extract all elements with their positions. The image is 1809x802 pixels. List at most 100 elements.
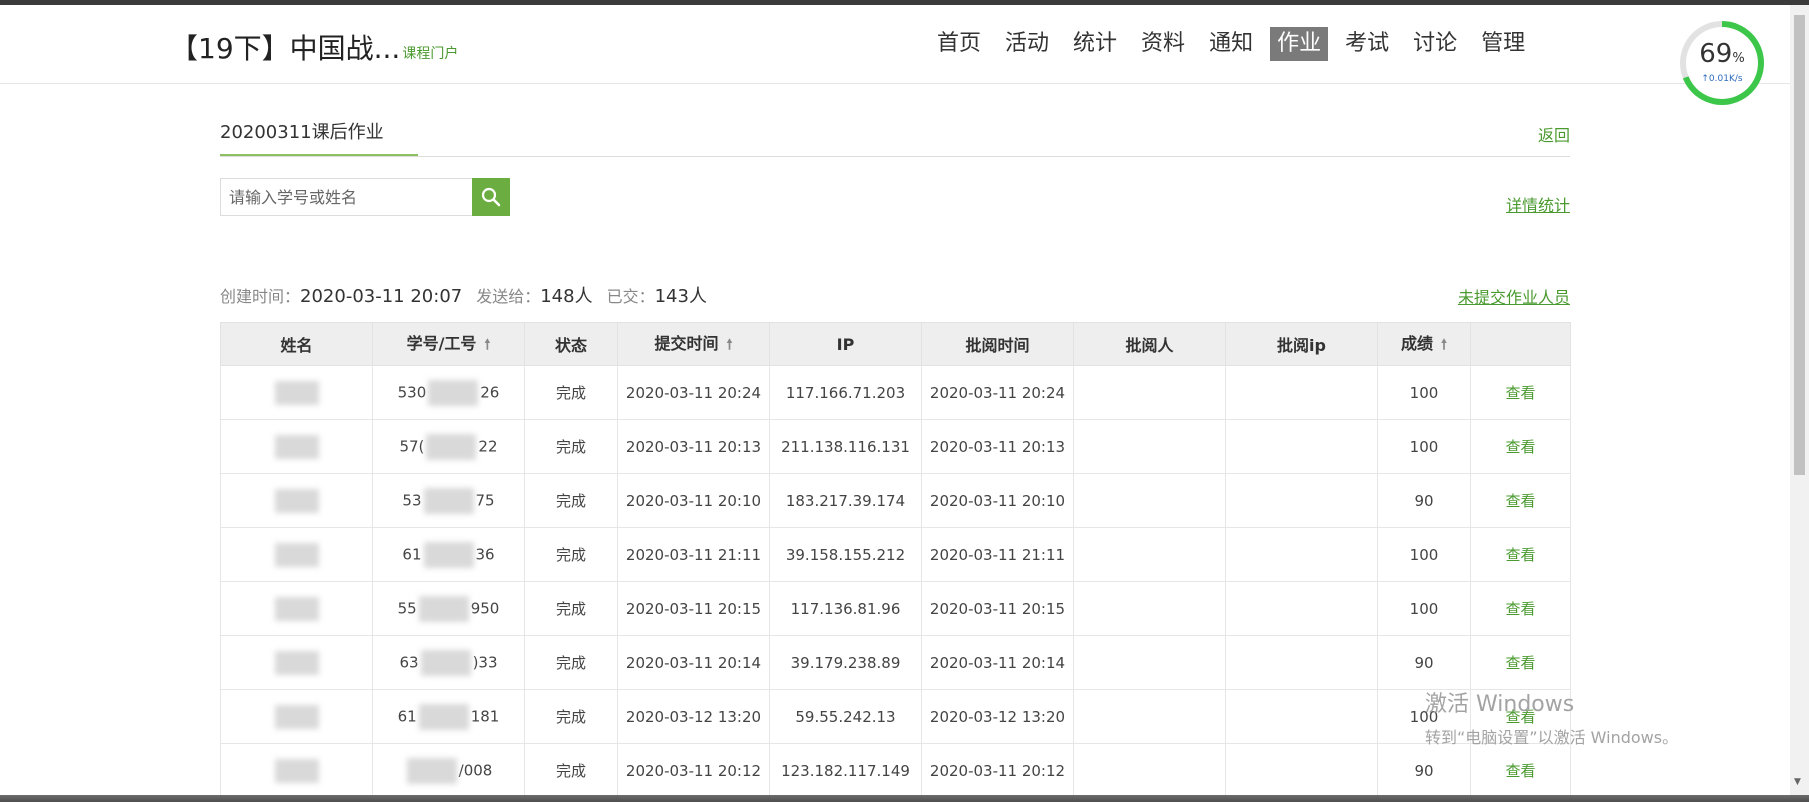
view-link[interactable]: 查看	[1505, 492, 1535, 510]
nav-item[interactable]: 作业	[1270, 27, 1329, 61]
created-value: 2020-03-11 20:07	[300, 286, 463, 307]
meter-inner: 69% ↑0.01K/s	[1686, 27, 1758, 99]
status-cell: 完成	[524, 635, 618, 690]
id-cell: 530 26	[372, 365, 525, 420]
col-header-id[interactable]: 学号/工号 🠕	[372, 322, 525, 366]
review-ip-cell	[1225, 743, 1378, 798]
view-link[interactable]: 查看	[1505, 546, 1535, 564]
scroll-down-arrow-icon[interactable]: ▼	[1794, 777, 1801, 787]
submit-time-cell: 2020-03-11 20:15	[617, 581, 770, 636]
scrollbar-thumb[interactable]	[1794, 15, 1805, 475]
review-ip-cell	[1225, 419, 1378, 474]
nav-item[interactable]: 管理	[1474, 27, 1532, 61]
review-time-cell: 2020-03-11 20:10	[921, 473, 1074, 528]
score-cell: 90	[1377, 635, 1471, 690]
ip-cell: 117.136.81.96	[769, 581, 922, 636]
nav-item[interactable]: 资料	[1134, 27, 1192, 61]
table-row: 530 26 完成 2020-03-11 20:24 117.166.71.203 202…	[220, 365, 1571, 420]
redacted-id	[426, 433, 477, 460]
review-ip-cell	[1225, 635, 1378, 690]
sort-arrow-icon[interactable]: 🠕	[727, 337, 733, 353]
id-cell: 61 36	[372, 527, 525, 582]
redacted-id	[418, 703, 469, 730]
course-title-text: 【19下】中国战...	[170, 32, 401, 65]
status-cell: 完成	[524, 473, 618, 528]
redacted-id	[418, 595, 469, 622]
main-nav: 首页 活动 统计 资料 通知 作业 考试 讨论 管理	[930, 27, 1542, 61]
status-cell: 完成	[524, 689, 618, 744]
search-input[interactable]	[220, 178, 472, 216]
view-link[interactable]: 查看	[1505, 384, 1535, 402]
review-ip-cell	[1225, 365, 1378, 420]
score-cell: 100	[1377, 581, 1471, 636]
redacted-id	[428, 379, 479, 406]
nav-item[interactable]: 统计	[1066, 27, 1124, 61]
redacted-name	[274, 650, 319, 675]
nav-item[interactable]: 通知	[1202, 27, 1260, 61]
status-cell: 完成	[524, 743, 618, 798]
os-taskbar[interactable]	[0, 795, 1809, 802]
submit-time-cell: 2020-03-11 20:24	[617, 365, 770, 420]
col-header-action	[1470, 322, 1571, 366]
table-row: 55 950 完成 2020-03-11 20:15 117.136.81.96 2020…	[220, 581, 1571, 636]
created-label: 创建时间：	[220, 287, 301, 306]
col-header-reviewer: 批阅人	[1073, 322, 1226, 366]
ip-cell: 39.158.155.212	[769, 527, 922, 582]
id-cell: 53 75	[372, 473, 525, 528]
meter-speed: ↑0.01K/s	[1701, 74, 1743, 84]
sort-arrow-icon[interactable]: 🠕	[484, 337, 490, 353]
status-cell: 完成	[524, 365, 618, 420]
name-cell	[220, 743, 373, 798]
view-link[interactable]: 查看	[1505, 708, 1535, 726]
redacted-id	[420, 649, 471, 676]
review-time-cell: 2020-03-12 13:20	[921, 689, 1074, 744]
name-cell	[220, 581, 373, 636]
table-row: /008 完成 2020-03-11 20:12 123.182.117.149 202…	[220, 743, 1571, 798]
ip-cell: 59.55.242.13	[769, 689, 922, 744]
submitted-value: 143人	[654, 286, 707, 307]
nav-item[interactable]: 考试	[1338, 27, 1396, 61]
detail-stats-link[interactable]: 详情统计	[1506, 192, 1570, 216]
nav-item[interactable]: 讨论	[1406, 27, 1464, 61]
view-link[interactable]: 查看	[1505, 438, 1535, 456]
sent-value: 148人	[540, 286, 593, 307]
view-link[interactable]: 查看	[1505, 762, 1535, 780]
score-cell: 100	[1377, 527, 1471, 582]
meter-percent: 69%	[1699, 39, 1745, 69]
col-header-submit-time[interactable]: 提交时间 🠕	[617, 322, 770, 366]
reviewer-cell	[1073, 365, 1226, 420]
back-link[interactable]: 返回	[1538, 122, 1570, 146]
course-title: 【19下】中国战... 课程门户	[170, 27, 458, 67]
redacted-name	[274, 596, 319, 621]
ip-cell: 39.179.238.89	[769, 635, 922, 690]
name-cell	[220, 635, 373, 690]
vertical-scrollbar[interactable]: ▼	[1790, 5, 1809, 797]
submit-time-cell: 2020-03-12 13:20	[617, 689, 770, 744]
review-ip-cell	[1225, 473, 1378, 528]
table-row: 61 181 完成 2020-03-12 13:20 59.55.242.13 2020-…	[220, 689, 1571, 744]
view-link[interactable]: 查看	[1505, 600, 1535, 618]
redacted-name	[274, 704, 319, 729]
action-cell: 查看	[1470, 473, 1571, 528]
assignment-meta: 创建时间：2020-03-11 20:07 发送给：148人 已交：143人	[220, 282, 707, 308]
redacted-name	[274, 758, 319, 783]
sort-arrow-icon[interactable]: 🠕	[1441, 337, 1447, 353]
redacted-id	[406, 757, 457, 784]
ip-cell: 211.138.116.131	[769, 419, 922, 474]
network-speed-meter[interactable]: 69% ↑0.01K/s	[1680, 21, 1764, 105]
action-cell: 查看	[1470, 527, 1571, 582]
submit-time-cell: 2020-03-11 20:10	[617, 473, 770, 528]
course-portal-link[interactable]: 课程门户	[402, 46, 458, 62]
nav-item[interactable]: 首页	[930, 27, 988, 61]
title-divider	[220, 156, 1570, 157]
score-cell: 100	[1377, 365, 1471, 420]
col-header-review-ip: 批阅ip	[1225, 322, 1378, 366]
action-cell: 查看	[1470, 743, 1571, 798]
unsubmitted-students-link[interactable]: 未提交作业人员	[1458, 284, 1570, 308]
view-link[interactable]: 查看	[1505, 654, 1535, 672]
score-cell: 90	[1377, 743, 1471, 798]
search-button[interactable]	[472, 178, 510, 216]
nav-item[interactable]: 活动	[998, 27, 1056, 61]
table-row: 53 75 完成 2020-03-11 20:10 183.217.39.174 2020…	[220, 473, 1571, 528]
col-header-score[interactable]: 成绩 🠕	[1377, 322, 1471, 366]
